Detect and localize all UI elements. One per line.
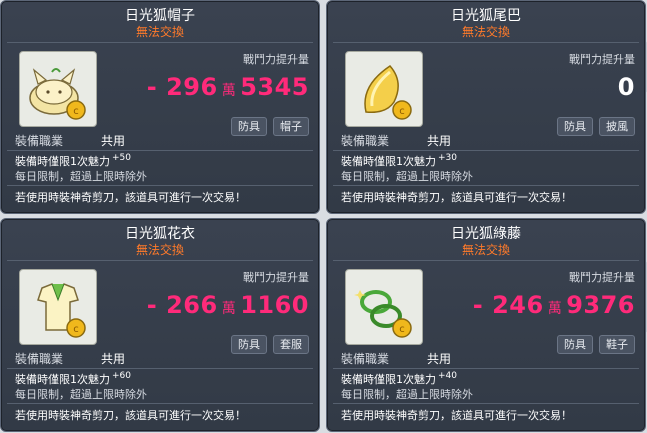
power-value: - 296 萬 5345 — [146, 73, 309, 101]
tag-category: 防具 — [231, 117, 267, 136]
item-tooltip-fox-hat: 日光狐帽子 無法交換 c 戰鬥力提升量 - 296 萬 5345 防具 帽子 裝備職… — [0, 0, 320, 214]
tag-slot: 披風 — [599, 117, 635, 136]
job-label: 裝備職業 — [15, 352, 64, 366]
trade-status: 無法交換 — [461, 243, 510, 257]
item-tags: 防具 鞋子 — [557, 335, 635, 354]
tag-slot: 套服 — [273, 335, 309, 354]
green-vine-icon: c — [345, 269, 423, 345]
scissors-note: 若使用時裝神奇剪刀，該道具可進行一次交易！ — [15, 409, 246, 422]
tag-slot: 鞋子 — [599, 335, 635, 354]
power-value: - 246 萬 9376 — [472, 291, 635, 319]
charm-stat: 裝備時僅限1次魅力 +40 — [341, 371, 457, 386]
item-title: 日光狐帽子 — [125, 8, 195, 24]
daily-limit-text: 每日限制，超過上限時除外 — [15, 388, 147, 401]
job-value: 共用 — [427, 352, 452, 366]
item-title: 日光狐花衣 — [125, 226, 195, 242]
svg-text:c: c — [73, 106, 79, 117]
daily-limit-text: 每日限制，超過上限時除外 — [341, 388, 473, 401]
trade-status: 無法交換 — [135, 25, 184, 39]
charm-stat: 裝備時僅限1次魅力 +60 — [15, 371, 131, 386]
item-tooltip-green-vine: 日光狐綠藤 無法交換 c 戰鬥力提升量 - 246 萬 9376 防具 鞋子 裝備職… — [326, 218, 646, 432]
job-label: 裝備職業 — [341, 134, 390, 148]
svg-text:c: c — [73, 324, 79, 335]
trade-status: 無法交換 — [461, 25, 510, 39]
daily-limit-text: 每日限制，超過上限時除外 — [341, 170, 473, 183]
scissors-note: 若使用時裝神奇剪刀，該道具可進行一次交易！ — [341, 409, 572, 422]
power-label: 戰鬥力提升量 — [569, 271, 635, 284]
svg-text:c: c — [399, 324, 405, 335]
job-value: 共用 — [427, 134, 452, 148]
tag-category: 防具 — [557, 117, 593, 136]
scissors-note: 若使用時裝神奇剪刀，該道具可進行一次交易！ — [341, 191, 572, 204]
power-label: 戰鬥力提升量 — [569, 53, 635, 66]
charm-stat: 裝備時僅限1次魅力 +50 — [15, 153, 131, 168]
job-label: 裝備職業 — [15, 134, 64, 148]
power-value: 0 — [617, 73, 635, 101]
item-tags: 防具 披風 — [557, 117, 635, 136]
job-value: 共用 — [101, 352, 126, 366]
charm-stat: 裝備時僅限1次魅力 +30 — [341, 153, 457, 168]
item-tags: 防具 套服 — [231, 335, 309, 354]
fox-outfit-icon: c — [19, 269, 97, 345]
tag-category: 防具 — [231, 335, 267, 354]
fox-hat-icon: c — [19, 51, 97, 127]
item-title: 日光狐尾巴 — [451, 8, 521, 24]
item-tags: 防具 帽子 — [231, 117, 309, 136]
power-value: - 266 萬 1160 — [146, 291, 309, 319]
fox-tail-icon: c — [345, 51, 423, 127]
item-title: 日光狐綠藤 — [451, 226, 521, 242]
job-value: 共用 — [101, 134, 126, 148]
item-tooltip-fox-tail: 日光狐尾巴 無法交換 c 戰鬥力提升量 0 防具 披風 裝備職業 共用 裝備時僅… — [326, 0, 646, 214]
tag-slot: 帽子 — [273, 117, 309, 136]
svg-text:c: c — [399, 106, 405, 117]
daily-limit-text: 每日限制，超過上限時除外 — [15, 170, 147, 183]
trade-status: 無法交換 — [135, 243, 184, 257]
job-label: 裝備職業 — [341, 352, 390, 366]
scissors-note: 若使用時裝神奇剪刀，該道具可進行一次交易！ — [15, 191, 246, 204]
item-tooltip-fox-outfit: 日光狐花衣 無法交換 c 戰鬥力提升量 - 266 萬 1160 防具 套服 裝備職… — [0, 218, 320, 432]
power-label: 戰鬥力提升量 — [243, 271, 309, 284]
tag-category: 防具 — [557, 335, 593, 354]
power-label: 戰鬥力提升量 — [243, 53, 309, 66]
